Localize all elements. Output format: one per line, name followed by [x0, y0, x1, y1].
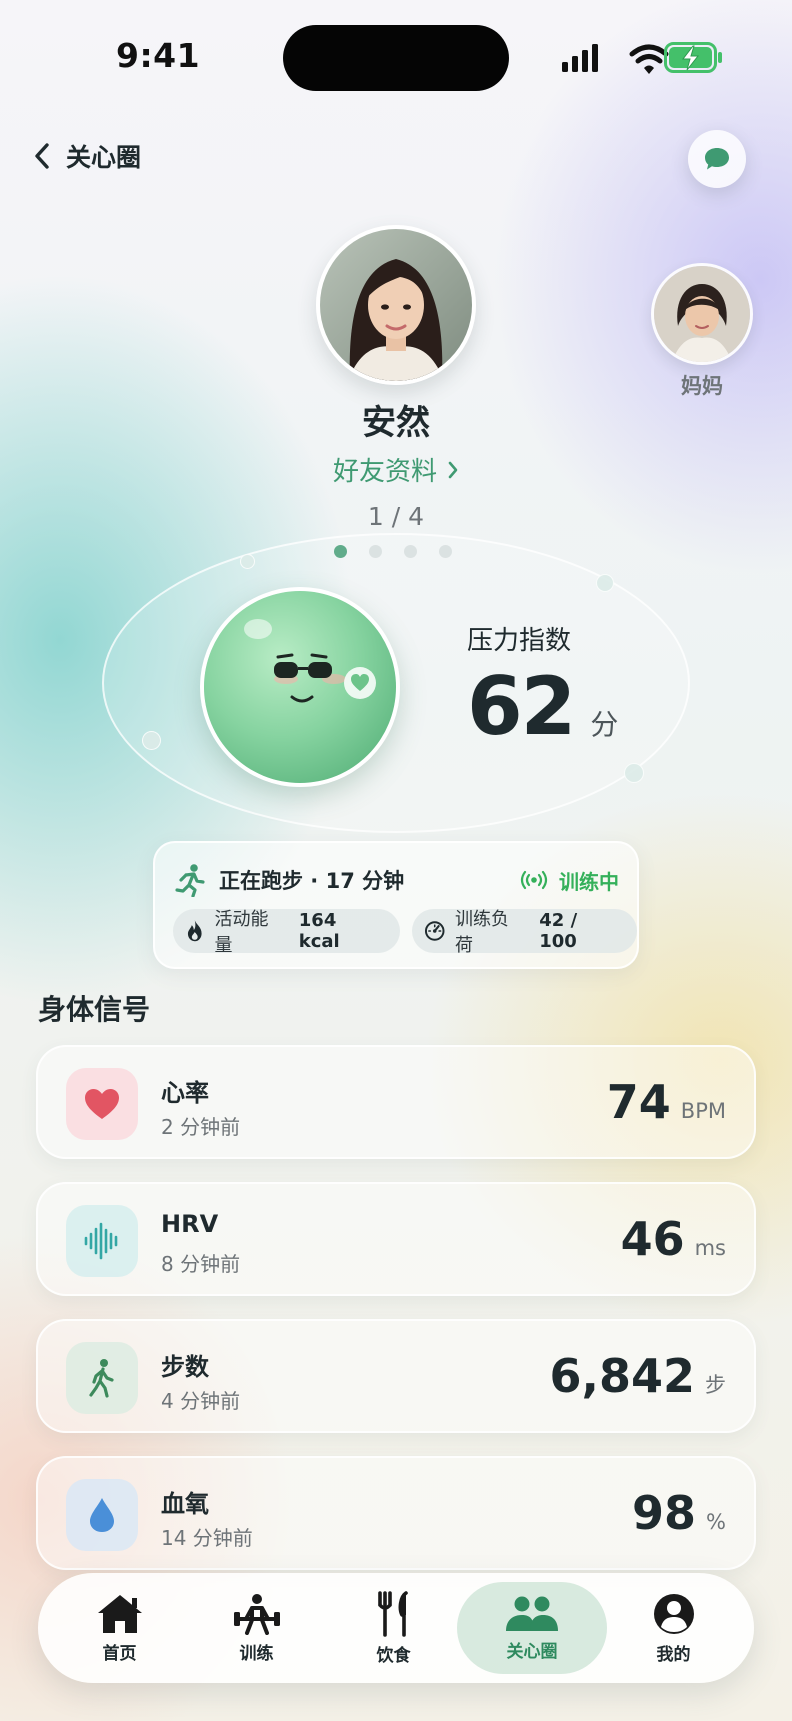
signal-name: 步数 [161, 1353, 209, 1381]
avatar-mom[interactable] [651, 263, 753, 365]
chat-bubble-icon [705, 148, 729, 170]
droplet-icon [90, 1498, 114, 1532]
heart-icon [85, 1089, 119, 1119]
nav-label: 关心圈 [506, 1641, 558, 1662]
signal-time: 8 分钟前 [161, 1252, 241, 1276]
status-time: 9:41 [116, 36, 201, 75]
chevron-right-icon [448, 461, 458, 478]
stress-unit: 分 [590, 708, 619, 741]
flame-icon [187, 920, 202, 942]
bottom-nav: 首页 训练 饮食 关心圈 我的 [38, 1573, 754, 1683]
status-icons [562, 42, 722, 74]
back-button[interactable]: 关心圈 [34, 138, 141, 174]
friend-profile-label: 好友资料 [332, 457, 437, 487]
signal-name: 心率 [161, 1079, 209, 1107]
training-load-label: 训练负荷 [454, 909, 509, 956]
broadcast-icon [520, 870, 548, 890]
people-icon [506, 1596, 558, 1631]
activity-title: 正在跑步 · 17 分钟 [219, 869, 405, 893]
wifi-icon [629, 44, 669, 74]
nav-label: 首页 [102, 1643, 137, 1664]
activity-card[interactable]: 正在跑步 · 17 分钟 训练中 活动能量 164 kcal 训练负荷 42 /… [153, 841, 639, 969]
signal-time: 4 分钟前 [161, 1389, 241, 1413]
signal-value: 74 [606, 1075, 671, 1129]
training-load-chip: 训练负荷 42 / 100 [411, 909, 637, 956]
back-label: 关心圈 [66, 143, 142, 172]
signal-card-steps[interactable]: 步数 4 分钟前 6,842 步 [36, 1319, 756, 1433]
signal-value: 98 [632, 1486, 697, 1540]
signal-icon [562, 44, 598, 72]
side-contact-name[interactable]: 妈妈 [651, 370, 753, 400]
signal-value-group: 6,842 步 [549, 1349, 726, 1403]
green-blob-mascot [204, 591, 396, 783]
signal-value: 46 [620, 1212, 685, 1266]
chevron-left-icon [35, 143, 49, 169]
dynamic-island [283, 25, 509, 91]
orbit-dot [624, 763, 644, 783]
nav-label: 饮食 [376, 1645, 411, 1666]
section-title-body-signals: 身体信号 [38, 993, 151, 1026]
profile-name: 安然 [362, 403, 430, 443]
friend-profile-link[interactable]: 好友资料 [296, 451, 496, 488]
battery-charging-icon [664, 42, 722, 73]
waveform-icon [84, 1222, 118, 1260]
signal-value-group: 46 ms [621, 1212, 726, 1266]
stress-value-group: 62 分 [467, 660, 618, 753]
chat-button[interactable] [688, 130, 746, 188]
home-icon [97, 1594, 142, 1633]
stress-label: 压力指数 [467, 626, 572, 656]
signal-value-group: 74 BPM [607, 1075, 726, 1129]
utensils-icon [377, 1590, 408, 1637]
signal-unit: % [706, 1510, 726, 1534]
signal-unit: BPM [680, 1099, 726, 1123]
signal-unit: 步 [705, 1373, 726, 1397]
status-bar: 9:41 [0, 0, 792, 110]
signal-value: 6,842 [549, 1349, 695, 1403]
energy-value: 164 kcal [298, 910, 340, 952]
gauge-icon [424, 921, 445, 941]
orbit-dot [596, 574, 614, 592]
running-icon [175, 864, 205, 897]
avatar-main[interactable] [316, 225, 476, 385]
nav-item-diet[interactable]: 饮食 [325, 1573, 462, 1683]
orbit-dot [240, 554, 255, 569]
stress-value: 62 [467, 660, 576, 753]
signal-card-heart-rate[interactable]: 心率 2 分钟前 74 BPM [36, 1045, 756, 1159]
signal-value-group: 98 % [632, 1486, 726, 1540]
header: 关心圈 [0, 130, 792, 200]
energy-label: 活动能量 [214, 909, 269, 956]
signal-card-blood-oxygen[interactable]: 血氧 14 分钟前 98 % [36, 1456, 756, 1570]
user-icon [653, 1593, 694, 1634]
avatar-woman-portrait [320, 229, 472, 381]
signal-time: 2 分钟前 [161, 1115, 241, 1139]
signal-unit: ms [694, 1236, 726, 1260]
weightlifting-icon [233, 1593, 280, 1635]
stress-mascot[interactable] [200, 587, 400, 787]
orbit-dot [142, 731, 161, 750]
signal-time: 14 分钟前 [161, 1526, 253, 1550]
training-status-label: 训练中 [559, 869, 619, 894]
nav-item-home[interactable]: 首页 [51, 1573, 188, 1683]
nav-item-training[interactable]: 训练 [188, 1573, 325, 1683]
nav-item-me[interactable]: 我的 [605, 1573, 742, 1683]
energy-chip: 活动能量 164 kcal [173, 909, 400, 956]
training-status: 训练中 [519, 866, 619, 895]
page-counter: 1 / 4 [367, 502, 425, 531]
walking-icon [89, 1359, 114, 1398]
avatar-mom-portrait [654, 266, 750, 362]
signal-card-hrv[interactable]: HRV 8 分钟前 46 ms [36, 1182, 756, 1296]
signal-name: 血氧 [161, 1490, 209, 1518]
nav-item-care-circle[interactable]: 关心圈 [457, 1582, 607, 1674]
nav-label: 训练 [239, 1643, 274, 1664]
training-load-value: 42 / 100 [539, 910, 578, 952]
signal-name: HRV [161, 1210, 219, 1238]
nav-label: 我的 [656, 1644, 691, 1665]
